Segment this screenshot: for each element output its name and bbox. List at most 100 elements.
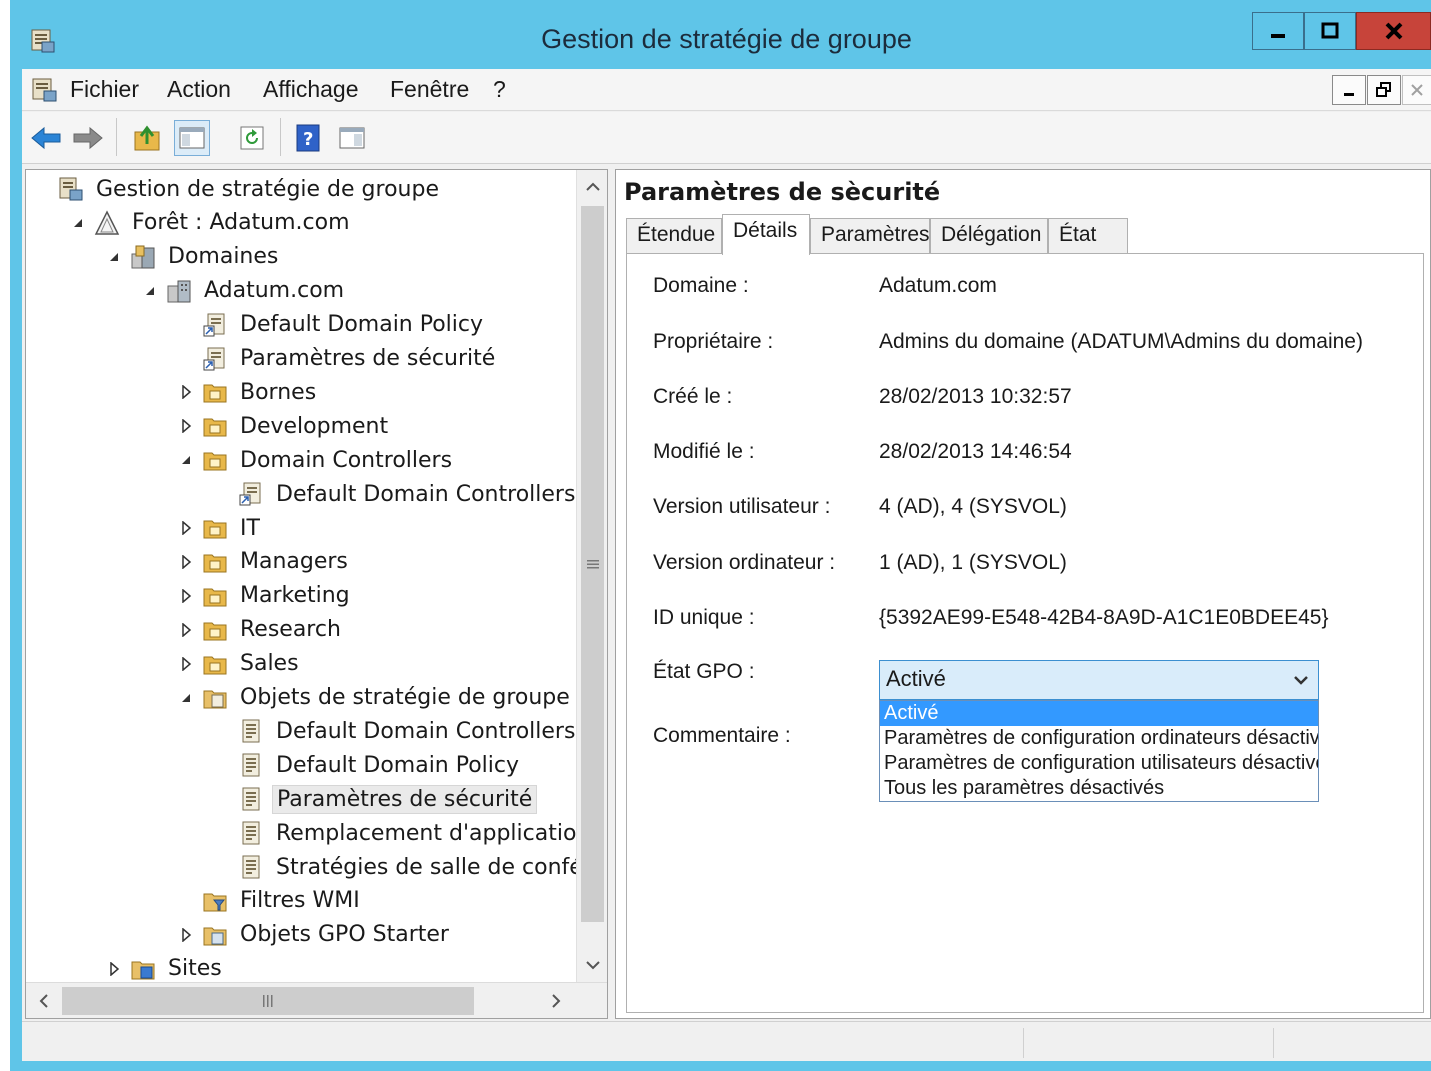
maximize-button[interactable] <box>1304 12 1356 50</box>
tree-expanded-icon[interactable] <box>140 281 160 301</box>
tab-delegation[interactable]: Délégation <box>930 218 1048 254</box>
unique-id-value: {5392AE99-E548-42B4-8A9D-A1C1E0BDEE45} <box>879 606 1329 629</box>
forward-icon[interactable] <box>70 120 106 156</box>
console-tree-pane: Gestion de stratégie de groupe Forêt : Ad… <box>25 169 608 1019</box>
help-icon[interactable]: ? <box>290 120 326 156</box>
tree-item-label: Domain Controllers <box>240 447 453 473</box>
domains-icon <box>130 244 156 270</box>
tree-collapsed-icon[interactable] <box>176 552 196 572</box>
tree-toggle-spacer <box>212 789 232 809</box>
tree-item[interactable]: Domaines <box>104 240 282 274</box>
menu-help[interactable]: ? <box>493 76 506 103</box>
tree-item[interactable]: IT <box>176 511 264 545</box>
tab-etendue[interactable]: Étendue <box>626 218 722 254</box>
ou-icon <box>202 583 228 609</box>
tree-item[interactable]: Bornes <box>176 375 320 409</box>
tree-item-label: Domaines <box>168 244 279 270</box>
show-hide-tree-icon[interactable] <box>174 120 210 156</box>
back-icon[interactable] <box>28 120 64 156</box>
tab-details[interactable]: Détails <box>722 214 810 255</box>
menu-action[interactable]: Action <box>167 76 231 103</box>
tree-item-label: Bornes <box>240 379 317 405</box>
tree-item[interactable]: Adatum.com <box>140 274 348 308</box>
tree-item[interactable]: Default Domain Policy <box>212 748 523 782</box>
horizontal-scroll-thumb[interactable] <box>62 987 474 1015</box>
tree-item[interactable]: Managers <box>176 545 352 579</box>
scroll-left-icon[interactable] <box>28 984 59 1018</box>
tree-item-label: Gestion de stratégie de groupe <box>96 176 439 202</box>
ou-icon <box>202 447 228 473</box>
tree-expanded-icon[interactable] <box>176 450 196 470</box>
title-bar[interactable]: Gestion de stratégie de groupe <box>22 12 1431 69</box>
tree-item[interactable]: Paramètres de sécurité <box>212 782 538 816</box>
gpo-state-option[interactable]: Activé <box>880 701 1318 726</box>
gpo-state-option[interactable]: Paramètres de configuration ordinateurs … <box>880 726 1318 751</box>
gpmc-icon <box>58 176 84 202</box>
tree-item[interactable]: Objets de stratégie de groupe <box>176 681 574 715</box>
tree-item[interactable]: Domain Controllers <box>176 443 456 477</box>
tree-collapsed-icon[interactable] <box>176 382 196 402</box>
tree-collapsed-icon[interactable] <box>176 416 196 436</box>
child-restore-button[interactable] <box>1367 75 1401 105</box>
tree-item[interactable]: Default Domain Policy <box>176 308 487 342</box>
tree-item[interactable]: Objets GPO Starter <box>176 918 453 952</box>
tree-collapsed-icon[interactable] <box>176 620 196 640</box>
tree-item[interactable]: Paramètres de sécurité <box>176 342 499 376</box>
tree-item-label: Stratégies de salle de conférence <box>276 854 576 880</box>
gpo-state-option[interactable]: Paramètres de configuration utilisateurs… <box>880 751 1318 776</box>
menu-fichier[interactable]: Fichier <box>70 76 139 103</box>
tree-toggle-spacer <box>176 349 196 369</box>
tree-item[interactable]: Forêt : Adatum.com <box>68 206 354 240</box>
tree-item-label: Marketing <box>240 583 350 609</box>
tree-item-label: Default Domain Controllers Polic <box>276 718 576 744</box>
tree-expanded-icon[interactable] <box>104 247 124 267</box>
vertical-scroll-thumb[interactable] <box>581 206 604 922</box>
action-pane-icon[interactable] <box>334 120 370 156</box>
tree-item[interactable]: Marketing <box>176 579 354 613</box>
modified-label: Modifié le : <box>653 440 755 463</box>
close-button[interactable] <box>1356 12 1431 50</box>
tree-vertical-scrollbar[interactable] <box>576 170 607 982</box>
chevron-down-icon[interactable] <box>1290 669 1312 691</box>
tree-item[interactable]: Gestion de stratégie de groupe <box>32 172 443 206</box>
tree-horizontal-scrollbar[interactable] <box>26 982 607 1018</box>
computer-version-value: 1 (AD), 1 (SYSVOL) <box>879 551 1067 574</box>
refresh-icon[interactable] <box>234 120 270 156</box>
tab-parametres[interactable]: Paramètres <box>810 218 930 254</box>
computer-version-label: Version ordinateur : <box>653 551 836 574</box>
gpo-container-icon <box>202 685 228 711</box>
tree-item[interactable]: Sales <box>176 647 303 681</box>
tree-collapsed-icon[interactable] <box>176 654 196 674</box>
tree-item[interactable]: Filtres WMI <box>176 884 364 918</box>
scroll-down-icon[interactable] <box>577 948 607 982</box>
tree-item[interactable]: Default Domain Controllers Polic <box>212 714 576 748</box>
tree-collapsed-icon[interactable] <box>176 586 196 606</box>
tree-item[interactable]: Remplacement d'application d'ir <box>212 816 576 850</box>
tree-collapsed-icon[interactable] <box>104 959 124 979</box>
ou-icon <box>202 651 228 677</box>
scroll-right-icon[interactable] <box>540 984 571 1018</box>
child-minimize-button[interactable] <box>1332 75 1366 105</box>
tree-expanded-icon[interactable] <box>176 688 196 708</box>
tree-item-label: Adatum.com <box>204 278 345 304</box>
tree-collapsed-icon[interactable] <box>176 518 196 538</box>
minimize-button[interactable] <box>1252 12 1304 50</box>
tree-item[interactable]: Development <box>176 409 392 443</box>
up-folder-icon[interactable] <box>130 120 166 156</box>
tree-item-label: Remplacement d'application d'ir <box>276 820 576 846</box>
child-close-button[interactable] <box>1402 75 1431 105</box>
menu-fenetre[interactable]: Fenêtre <box>390 76 469 103</box>
tree-item[interactable]: Sites <box>104 952 226 982</box>
tree-collapsed-icon[interactable] <box>176 925 196 945</box>
details-tab-body: Domaine : Adatum.com Propriétaire : Admi… <box>626 253 1424 1013</box>
scroll-up-icon[interactable] <box>577 170 607 204</box>
console-icon[interactable] <box>30 77 58 103</box>
tree-item[interactable]: Research <box>176 613 345 647</box>
gpo-state-option[interactable]: Tous les paramètres désactivés <box>880 776 1318 801</box>
tree-item[interactable]: Default Domain Controllers Polic <box>212 477 576 511</box>
tree-item[interactable]: Stratégies de salle de conférence <box>212 850 576 884</box>
tab-etat[interactable]: État <box>1048 218 1128 254</box>
gpo-state-select[interactable]: Activé <box>879 660 1319 700</box>
menu-affichage[interactable]: Affichage <box>263 76 358 103</box>
tree-expanded-icon[interactable] <box>68 213 88 233</box>
